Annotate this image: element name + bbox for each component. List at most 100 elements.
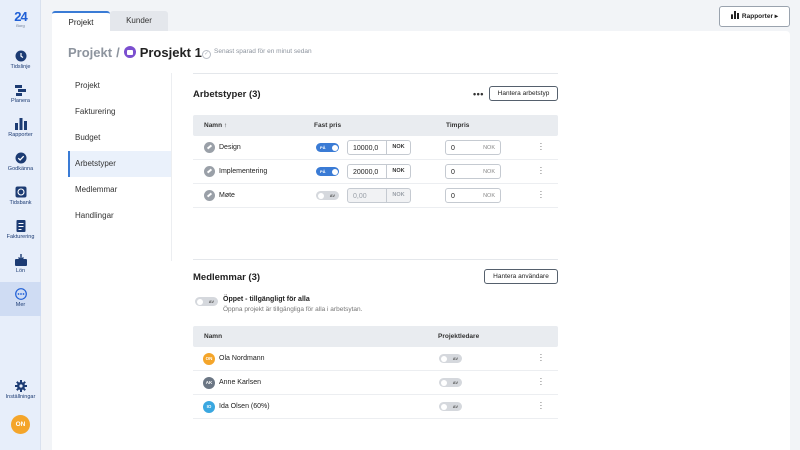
members-title: Medlemmar (3) xyxy=(193,272,261,283)
bar-chart-icon xyxy=(730,11,739,19)
tab-projekt[interactable]: Projekt xyxy=(52,11,110,32)
fixed-price-toggle[interactable]: PÅ xyxy=(316,167,339,176)
bar-chart-icon xyxy=(14,118,27,130)
fixed-price-toggle[interactable]: AV xyxy=(316,191,339,200)
worktypes-table-header: Namn ↑ Fast pris Timpris xyxy=(193,115,558,136)
nav-installningar[interactable]: Inställningar xyxy=(0,374,41,408)
project-leader-toggle[interactable]: AV xyxy=(439,402,462,411)
invoice-icon xyxy=(16,220,25,232)
side-menu-arbetstyper[interactable]: Arbetstyper xyxy=(68,151,171,177)
project-icon xyxy=(123,46,136,58)
rapporter-label: Rapporter xyxy=(741,13,773,20)
brand-tagline: Borg xyxy=(16,23,25,28)
worktype-icon xyxy=(204,190,215,201)
nav-label: Rapporter xyxy=(8,132,33,138)
brand-number: 24 xyxy=(14,9,27,24)
col-name: Namn xyxy=(204,333,223,340)
nav-mer[interactable]: Mer xyxy=(0,282,41,316)
hourly-rate-input[interactable]: 0 NOK xyxy=(445,188,501,203)
nav-label: Tidsbank xyxy=(9,200,32,206)
side-menu-budget[interactable]: Budget xyxy=(68,125,171,151)
manage-worktypes-button[interactable]: Hantera arbetstyp xyxy=(489,86,558,101)
check-circle-icon xyxy=(15,152,26,164)
worktype-icon xyxy=(204,142,215,153)
payroll-icon xyxy=(14,254,27,266)
nav-label: Godkänna xyxy=(7,166,34,172)
members-table-header: Namn Projektledare xyxy=(193,326,558,347)
tab-kunder[interactable]: Kunder xyxy=(110,11,168,32)
divider xyxy=(193,259,558,260)
worktype-name: Implementering xyxy=(219,168,268,175)
open-project-toggle[interactable]: AV xyxy=(195,297,218,306)
table-row: IO Ida Olsen (60%) AV · · · xyxy=(193,395,558,419)
avatar: IO xyxy=(203,401,215,413)
check-icon: ✓ xyxy=(202,50,211,59)
fixed-price-input[interactable]: 20000,0 NOK xyxy=(347,164,411,179)
saved-status-text: Senast sparad för en minut sedan xyxy=(214,48,312,55)
avatar: AK xyxy=(203,377,215,389)
col-project-leader: Projektledare xyxy=(438,333,480,340)
nav-tidslinje[interactable]: Tidslinje xyxy=(0,44,41,78)
row-menu-icon[interactable]: · · · xyxy=(539,164,543,178)
brand-logo[interactable]: 24 Borg xyxy=(0,10,41,28)
rapporter-button[interactable]: Rapporter ▸ xyxy=(719,6,790,27)
clock-icon xyxy=(15,50,26,62)
row-menu-icon[interactable]: · · · xyxy=(539,140,543,154)
nav-rapporter[interactable]: Rapporter xyxy=(0,112,41,146)
currency-unit: NOK xyxy=(483,169,495,175)
gear-icon xyxy=(14,380,27,392)
hourly-rate-input[interactable]: 0 NOK xyxy=(445,140,501,155)
user-avatar[interactable]: ON xyxy=(11,415,30,434)
row-menu-icon[interactable]: · · · xyxy=(539,188,543,202)
currency-unit: NOK xyxy=(386,141,410,154)
nav-fakturering[interactable]: Fakturering xyxy=(0,214,41,248)
left-rail: 24 Borg Tidslinje Planera Rapporter Godk… xyxy=(0,0,41,450)
currency-unit: NOK xyxy=(386,165,410,178)
nav-lon[interactable]: Lön xyxy=(0,248,41,282)
main-panel: Projekt / Prosjekt 1 ✓ Senast sparad för en… xyxy=(52,31,790,450)
nav-planera[interactable]: Planera xyxy=(0,78,41,112)
project-leader-toggle[interactable]: AV xyxy=(439,378,462,387)
table-row: AK Anne Karlsen AV · · · xyxy=(193,371,558,395)
avatar: ON xyxy=(203,353,215,365)
nav-label: Lön xyxy=(15,268,26,274)
manage-users-button[interactable]: Hantera användare xyxy=(484,269,558,284)
nav-label: Inställningar xyxy=(5,394,36,400)
col-name[interactable]: Namn ↑ xyxy=(204,122,227,129)
fixed-price-toggle[interactable]: PÅ xyxy=(316,143,339,152)
nav-label: Tidslinje xyxy=(10,64,31,70)
more-options-icon[interactable]: ••• xyxy=(473,89,484,99)
open-project-title: Öppet - tillgängligt för alla xyxy=(223,296,310,303)
breadcrumb-separator: / xyxy=(116,45,120,60)
divider xyxy=(193,73,558,74)
nav-tidsbank[interactable]: Tidsbank xyxy=(0,180,41,214)
table-row: ON Ola Nordmann AV · · · xyxy=(193,347,558,371)
member-name: Ola Nordmann xyxy=(219,355,265,362)
fixed-price-input: 0,00 NOK xyxy=(347,188,411,203)
side-menu-handlingar[interactable]: Handlingar xyxy=(68,203,171,229)
more-icon xyxy=(14,288,27,300)
currency-unit: NOK xyxy=(386,189,410,202)
nav-godkanna[interactable]: Godkänna xyxy=(0,146,41,180)
breadcrumb-parent[interactable]: Projekt xyxy=(68,45,112,60)
open-project-desc: Öppna projekt är tillgängliga för alla i… xyxy=(223,306,363,313)
worktype-name: Møte xyxy=(219,192,235,199)
side-menu-fakturering[interactable]: Fakturering xyxy=(68,99,171,125)
row-menu-icon[interactable]: · · · xyxy=(539,399,543,413)
hourly-rate-input[interactable]: 0 NOK xyxy=(445,164,501,179)
saved-status: ✓ Senast sparad för en minut sedan xyxy=(202,48,312,59)
project-side-menu: Projekt Fakturering Budget Arbetstyper M… xyxy=(68,73,172,261)
row-menu-icon[interactable]: · · · xyxy=(539,375,543,389)
timebank-icon xyxy=(15,186,26,198)
fixed-price-input[interactable]: 10000,0 NOK xyxy=(347,140,411,155)
side-menu-medlemmar[interactable]: Medlemmar xyxy=(68,177,171,203)
row-menu-icon[interactable]: · · · xyxy=(539,351,543,365)
worktype-icon xyxy=(204,166,215,177)
nav-label: Mer xyxy=(15,302,26,308)
project-leader-toggle[interactable]: AV xyxy=(439,354,462,363)
col-fixed-price: Fast pris xyxy=(314,122,342,129)
worktype-name: Design xyxy=(219,144,241,151)
worktypes-title: Arbetstyper (3) xyxy=(193,89,261,100)
nav-label: Planera xyxy=(11,98,30,104)
side-menu-projekt[interactable]: Projekt xyxy=(68,73,171,99)
